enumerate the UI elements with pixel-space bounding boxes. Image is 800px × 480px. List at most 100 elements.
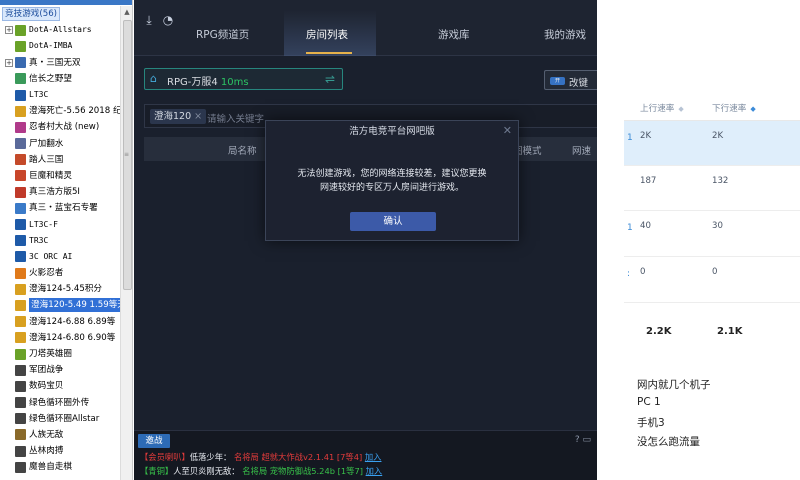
lt-icon bbox=[15, 235, 26, 247]
tree-item-label: 丛林肉搏 bbox=[29, 446, 64, 457]
tree-item-label: 绿色循环圈外传 bbox=[29, 397, 90, 408]
tab-room-list[interactable]: 房间列表 bbox=[306, 27, 348, 42]
tree-item-label: LT3C bbox=[29, 90, 49, 100]
download-value: 0 bbox=[712, 267, 718, 277]
dota-icon bbox=[15, 24, 26, 36]
scroll-up-arrow-icon[interactable]: ▲ bbox=[121, 6, 132, 18]
tree-item-label: 澄海124-6.80 6.90等 bbox=[29, 332, 116, 343]
tree-item[interactable]: 澄海124-6.88 6.89等 bbox=[0, 314, 120, 330]
tree-item[interactable]: 信长之野望 bbox=[0, 71, 120, 87]
tab-game-library[interactable]: 游戏库 bbox=[438, 27, 470, 42]
clipped-row-marker: 1 bbox=[627, 133, 633, 143]
traffic-page: 上行速率 ◆ 下行速率 ◆ 2K 2K 1 187 132 40 30 1 0 0: 2.2K 2.1… bbox=[597, 0, 800, 480]
tree-root-competitive[interactable]: 竞技游戏(56) bbox=[0, 6, 120, 22]
download-value: 30 bbox=[712, 221, 723, 231]
tree-scrollbar[interactable]: ▲ ≡ bbox=[120, 6, 132, 480]
clipped-row-marker: : bbox=[627, 269, 631, 279]
tree-item-label: 火影忍者 bbox=[29, 268, 64, 279]
dialog-message-line-2: 网速较好的专区万人房间进行游戏。 bbox=[319, 183, 464, 193]
tree-item-label: 数码宝贝 bbox=[29, 381, 64, 392]
col-download-rate[interactable]: 下行速率 ◆ bbox=[712, 102, 756, 114]
confirm-button[interactable]: 确认 bbox=[350, 212, 436, 231]
tree-item[interactable]: 火影忍者 bbox=[0, 265, 120, 281]
tree-item-label: 澄海124-6.88 6.89等 bbox=[29, 316, 116, 327]
tree-item[interactable]: 澄海死亡-5.56 2018 纪 bbox=[0, 103, 120, 119]
diamond-icon bbox=[15, 202, 26, 214]
expand-icon[interactable]: + bbox=[5, 26, 13, 35]
game-tree-panel: 竞技游戏(56) + DotA-Allstars DotA-IMBA + 真・三国无双信… bbox=[0, 0, 133, 480]
timer-icon[interactable]: ◔ bbox=[161, 13, 175, 27]
tab-invite-battle[interactable]: 邀战 bbox=[138, 434, 170, 448]
tree-item[interactable]: 数码宝贝 bbox=[0, 378, 120, 394]
table-row: 2K 2K bbox=[624, 121, 800, 166]
tree-item-label: TR3C bbox=[29, 235, 49, 245]
tree-item[interactable]: 绿色循环圈Allstar bbox=[0, 411, 120, 427]
tree-item[interactable]: LT3C bbox=[0, 87, 120, 103]
col-upload-rate[interactable]: 上行速率 ◆ bbox=[640, 102, 684, 114]
tree-item[interactable]: 踏人三国 bbox=[0, 152, 120, 168]
tree-item[interactable]: 澄海124-6.80 6.90等 bbox=[0, 330, 120, 346]
download-icon[interactable]: ⤓ bbox=[142, 13, 156, 27]
tree-item[interactable]: 丛林肉搏 bbox=[0, 443, 120, 459]
tree-item[interactable]: 魔兽自走棋 bbox=[0, 459, 120, 475]
tree-item[interactable]: 巨魔和精灵 bbox=[0, 168, 120, 184]
game-client-window: ⤓ ◔ RPG频道页 房间列表 游戏库 我的游戏 ⌂ RPG-万服4 10ms … bbox=[134, 0, 597, 480]
tree-item[interactable]: 忍者村大战 (new) bbox=[0, 119, 120, 135]
tree-item[interactable]: 人族无敌 bbox=[0, 427, 120, 443]
tree-item-label: 尸加翻水 bbox=[29, 138, 64, 149]
comment-line: 手机3 bbox=[637, 417, 665, 429]
chat-panel: 邀战 ? ▭ 【会员喇叭】低落少年： 名将局 超就大作战v2.1.41 [7等4… bbox=[134, 430, 597, 480]
tree-item-label: 澄海124-5.45积分 bbox=[29, 284, 103, 295]
tree-item[interactable]: 真三浩方版5I bbox=[0, 184, 120, 200]
tab-my-games[interactable]: 我的游戏 bbox=[544, 27, 586, 42]
sort-icon[interactable]: ◆ bbox=[678, 105, 683, 113]
chenghai-icon bbox=[15, 299, 26, 311]
total-download: 2.1K bbox=[717, 326, 743, 337]
scrollbar-grip-icon: ≡ bbox=[124, 151, 130, 158]
tree-item[interactable]: 真三・蓝宝石专署 bbox=[0, 200, 120, 216]
war-icon bbox=[15, 364, 26, 376]
upload-value: 40 bbox=[640, 221, 651, 231]
tree-item[interactable]: 澄海124-5.45积分 bbox=[0, 281, 120, 297]
tree-item[interactable]: 刀塔英雄圈 bbox=[0, 346, 120, 362]
game-tree: 竞技游戏(56) + DotA-Allstars DotA-IMBA + 真・三国无双信… bbox=[0, 6, 120, 475]
map-icon bbox=[15, 138, 26, 150]
tree-item-label: LT3C-F bbox=[29, 219, 58, 229]
tree-item-label: 信长之野望 bbox=[29, 73, 72, 84]
chat-sender-rank: 【会员喇叭】 bbox=[140, 452, 190, 462]
tree-item[interactable]: 绿色循环圈外传 bbox=[0, 395, 120, 411]
sanguo-icon bbox=[15, 57, 26, 69]
upload-value: 187 bbox=[640, 176, 657, 186]
tree-item[interactable]: 尸加翻水 bbox=[0, 136, 120, 152]
table-row: 00 bbox=[624, 257, 800, 303]
chat-message: 【青铜】人至贝炎刚无敌： 名将局 宠物防御战5.24b [1等7] 加入 bbox=[140, 465, 382, 477]
join-link[interactable]: 加入 bbox=[366, 466, 383, 476]
sort-icon[interactable]: ◆ bbox=[750, 105, 755, 113]
tab-rpg-channel[interactable]: RPG频道页 bbox=[196, 27, 249, 42]
top-navigation: ⤓ ◔ RPG频道页 房间列表 游戏库 我的游戏 bbox=[134, 0, 597, 56]
tree-item[interactable]: DotA-IMBA bbox=[0, 38, 120, 54]
tree-item[interactable]: 军团战争 bbox=[0, 362, 120, 378]
tree-item[interactable]: + 真・三国无双 bbox=[0, 55, 120, 71]
join-link[interactable]: 加入 bbox=[365, 452, 382, 462]
chenghai-icon bbox=[15, 105, 26, 117]
traffic-table-header: 上行速率 ◆ 下行速率 ◆ bbox=[624, 95, 800, 121]
ninja-icon bbox=[15, 267, 26, 279]
tree-item[interactable]: 3C ORC AI bbox=[0, 249, 120, 265]
expand-icon[interactable]: + bbox=[5, 58, 13, 67]
tree-item[interactable]: TR3C bbox=[0, 233, 120, 249]
tree-item[interactable]: 澄海120-5.49 1.59等天 bbox=[0, 297, 120, 313]
tree-item[interactable]: LT3C-F bbox=[0, 216, 120, 232]
dota-icon bbox=[15, 348, 26, 360]
tree-item[interactable]: + DotA-Allstars bbox=[0, 22, 120, 38]
war-icon bbox=[15, 461, 26, 473]
lt-icon bbox=[15, 89, 26, 101]
chat-room-info: 名将局 超就大作战v2.1.41 [7等4] bbox=[233, 452, 363, 462]
war-icon bbox=[15, 380, 26, 392]
lt-icon bbox=[15, 251, 26, 263]
close-icon[interactable]: ✕ bbox=[503, 125, 512, 137]
chenghai-icon bbox=[15, 283, 26, 295]
tree-item-label: 澄海120-5.49 1.59等天 bbox=[29, 298, 120, 313]
download-value: 2K bbox=[712, 131, 724, 141]
chat-help-minimize-icons[interactable]: ? ▭ bbox=[575, 435, 591, 445]
